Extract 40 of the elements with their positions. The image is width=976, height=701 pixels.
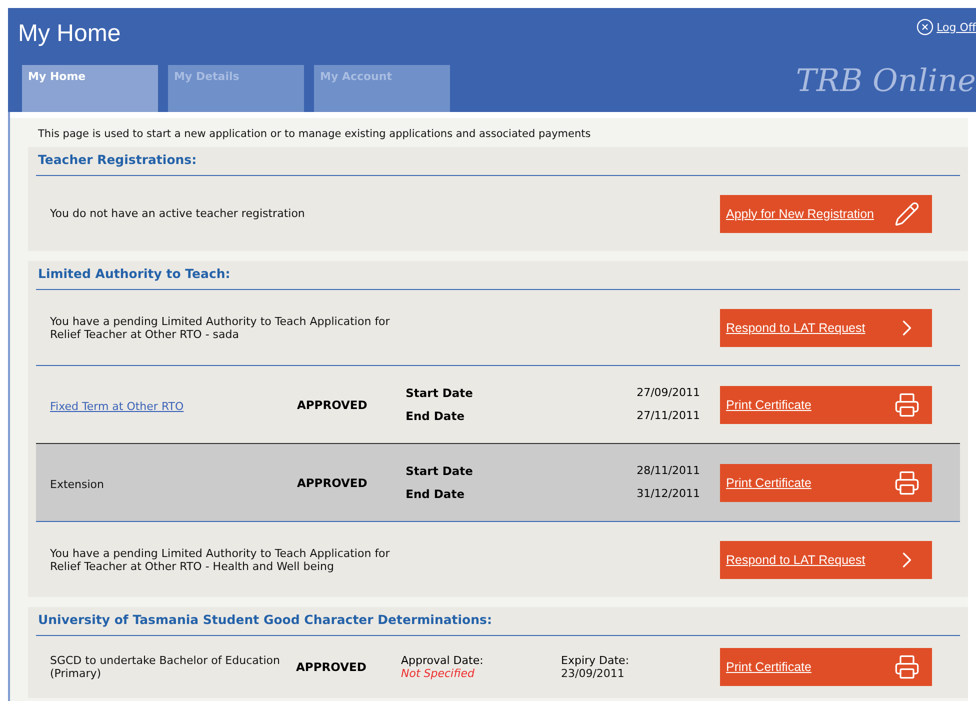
intro-text: This page is used to start a new application or to manage existing applications and associated payments: [37, 128, 592, 142]
message-text: You have a pending Limited Authority to Teach Application for Relief Teacher at Other RTO - Health and Well being: [50, 546, 391, 572]
status-text: APPROVED: [296, 398, 368, 412]
printer-icon: [894, 654, 920, 680]
logoff-link[interactable]: Log Off: [916, 18, 976, 36]
date-value: 31/12/2011: [636, 487, 700, 501]
date-label: End Date: [406, 487, 466, 501]
pencil-icon: [894, 200, 920, 226]
close-icon: [916, 18, 934, 36]
date-label: Expiry Date:: [561, 654, 630, 667]
date-value: 23/09/2011: [561, 667, 626, 680]
action-button[interactable]: Print Certificate: [720, 464, 932, 502]
section-title: Limited Authority to Teach:: [36, 261, 960, 290]
message-text: You do not have an active teacher registration: [50, 207, 306, 220]
determination-name: SGCD to undertake Bachelor of Education (Primary): [50, 654, 281, 680]
action-button[interactable]: Apply for New Registration: [720, 194, 932, 232]
message-text: You have a pending Limited Authority to Teach Application for Relief Teacher at Other RTO - sada: [50, 314, 391, 340]
application-link[interactable]: Fixed Term at Other RTO: [50, 400, 184, 413]
date-label: Start Date: [406, 386, 474, 400]
page-title: My Home: [18, 20, 121, 49]
status-text: APPROVED: [296, 476, 368, 490]
date-label: End Date: [406, 409, 466, 423]
nav-tab[interactable]: My Home: [22, 65, 158, 112]
date-label: Approval Date:: [401, 654, 484, 667]
date-value: 27/09/2011: [636, 386, 700, 400]
date-value: 28/11/2011: [636, 464, 700, 478]
action-button[interactable]: Respond to LAT Request: [720, 308, 932, 346]
action-button[interactable]: Respond to LAT Request: [720, 540, 932, 578]
action-button[interactable]: Print Certificate: [720, 648, 932, 686]
date-value: Not Specified: [401, 667, 476, 680]
date-label: Start Date: [406, 464, 474, 478]
section-title: Teacher Registrations:: [36, 147, 960, 176]
action-button[interactable]: Print Certificate: [720, 386, 932, 424]
section-title: University of Tasmania Student Good Character Determinations:: [36, 607, 960, 636]
status-text: APPROVED: [296, 660, 368, 674]
printer-icon: [894, 470, 920, 496]
printer-icon: [894, 392, 920, 418]
date-value: 27/11/2011: [636, 409, 700, 423]
application-name: Extension: [50, 478, 104, 491]
brand-logo: TRB Online: [796, 62, 976, 98]
